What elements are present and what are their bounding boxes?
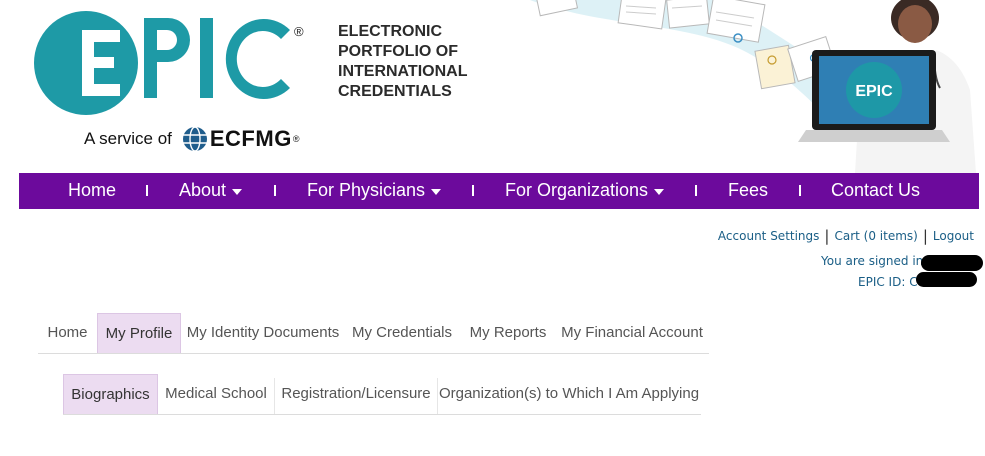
brand-tagline: ELECTRONIC PORTFOLIO OF INTERNATIONAL CR… [338, 22, 508, 102]
caret-down-icon [654, 188, 665, 195]
nav-separator [472, 185, 474, 196]
epic-id-label: EPIC ID: C [858, 275, 918, 289]
subtab-biographics[interactable]: Biographics [63, 374, 158, 414]
tab-my-financial-account[interactable]: My Financial Account [558, 313, 706, 353]
redaction-mark [916, 272, 977, 287]
nav-fees[interactable]: Fees [728, 180, 768, 201]
registered-mark: ® [294, 24, 304, 39]
link-separator: | [922, 227, 928, 245]
nav-separator [799, 185, 801, 196]
nav-for-organizations[interactable]: For Organizations [505, 180, 665, 201]
tab-my-identity-documents[interactable]: My Identity Documents [184, 313, 342, 353]
tagline-line: ELECTRONIC [338, 23, 442, 40]
epic-logo-mark [34, 11, 290, 115]
main-navigation: Home About For Physicians For Organizati… [19, 173, 979, 209]
tab-my-credentials[interactable]: My Credentials [348, 313, 456, 353]
document-icon [535, 0, 579, 17]
epic-logo[interactable]: ® ELECTRONIC PORTFOLIO OF INTERNATIONAL … [32, 8, 492, 168]
cart-link[interactable]: Cart (0 items) [834, 229, 917, 243]
laptop-illustration: EPIC [798, 50, 950, 142]
ecfmg-globe-icon [182, 126, 207, 152]
profile-subtabs: Biographics Medical School Registration/… [63, 374, 701, 415]
service-text: A service of [84, 129, 172, 148]
laptop-logo-text: EPIC [855, 83, 893, 100]
hero-illustration: EPIC [530, 0, 976, 173]
signed-in-status: You are signed in a [821, 254, 935, 268]
site-header: ® ELECTRONIC PORTFOLIO OF INTERNATIONAL … [0, 0, 985, 173]
ecfmg-registered-mark: ® [292, 134, 300, 144]
document-icon [617, 0, 667, 30]
account-links: Account Settings | Cart (0 items) | Logo… [718, 227, 974, 245]
nav-label: Fees [728, 180, 769, 200]
tagline-line: INTERNATIONAL [338, 63, 468, 80]
link-separator: | [824, 227, 830, 245]
tab-my-profile[interactable]: My Profile [97, 313, 181, 353]
tagline-line: CREDENTIALS [338, 83, 452, 100]
nav-separator [274, 185, 276, 196]
subtab-organizations-applying[interactable]: Organization(s) to Which I Am Applying [438, 374, 700, 414]
nav-home[interactable]: Home [68, 180, 116, 201]
nav-about[interactable]: About [179, 180, 243, 201]
nav-label: Home [68, 180, 117, 200]
tab-my-reports[interactable]: My Reports [464, 313, 552, 353]
caret-down-icon [431, 188, 442, 195]
account-settings-link[interactable]: Account Settings [718, 229, 819, 243]
logout-link[interactable]: Logout [933, 229, 974, 243]
ecfmg-name: ECFMG [209, 126, 292, 151]
nav-label: For Physicians [307, 180, 426, 200]
nav-contact-us[interactable]: Contact Us [831, 180, 920, 201]
tab-home[interactable]: Home [38, 313, 97, 353]
caret-down-icon [232, 188, 243, 195]
ecfmg-service-line: A service of ECFMG ® [84, 124, 299, 154]
nav-label: For Organizations [505, 180, 649, 200]
nav-separator [146, 185, 148, 196]
subtab-registration-licensure[interactable]: Registration/Licensure [275, 374, 437, 414]
nav-for-physicians[interactable]: For Physicians [307, 180, 442, 201]
tagline-line: PORTFOLIO OF [338, 43, 458, 60]
nav-label: About [179, 180, 227, 200]
subtab-medical-school[interactable]: Medical School [158, 374, 274, 414]
redaction-mark [921, 255, 983, 271]
nav-label: Contact Us [831, 180, 921, 200]
document-icon [666, 0, 710, 29]
nav-separator [695, 185, 697, 196]
profile-tabs: Home My Profile My Identity Documents My… [38, 313, 709, 354]
